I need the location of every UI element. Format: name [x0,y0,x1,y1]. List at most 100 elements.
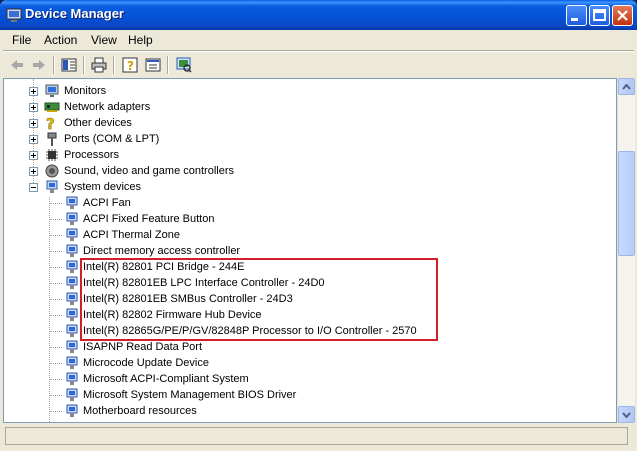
tree-connector [50,299,62,300]
tree-category-other-devices[interactable]: ? Other devices [4,115,304,131]
print-button[interactable] [89,55,109,75]
expand-toggle[interactable] [29,119,38,128]
system-device-label: ISAPNP Read Data Port [83,341,203,353]
toolbar-separator [53,56,55,74]
vertical-scrollbar[interactable] [617,78,635,423]
system-device-label: ACPI Thermal Zone [83,229,181,241]
tree-category-label: Other devices [64,117,132,129]
tree-category-monitors[interactable]: Monitors [4,83,304,99]
system-device-icon [66,356,78,369]
status-bar [3,425,634,448]
tree-connector [50,283,62,284]
tree-connector [50,235,62,236]
close-button[interactable] [612,5,633,26]
system-device-icon [66,388,78,401]
tree-connector [50,219,62,220]
title-bar[interactable]: Device Manager [0,0,637,30]
collapse-toggle[interactable] [29,183,38,192]
processor-icon [46,149,58,161]
show-hide-console-tree-icon [61,58,77,72]
tree-connector [50,315,62,316]
chevron-up-icon [622,83,631,90]
system-device-item[interactable]: ACPI Fixed Feature Button [4,211,424,227]
monitor-icon [45,84,59,97]
highlight-box [80,258,438,341]
system-device-item[interactable]: ACPI Thermal Zone [4,227,424,243]
tree-category-label: Network adapters [64,101,151,113]
system-device-icon [66,324,78,337]
expand-toggle[interactable] [29,103,38,112]
back-arrow-icon [11,60,23,70]
tree-category-system-devices[interactable]: System devices [4,179,304,195]
properties-button[interactable] [143,55,163,75]
device-manager-window: Device Manager File Action View Help ? M… [0,0,637,451]
system-device-icon [66,260,78,273]
scan-hardware-icon [176,57,192,73]
forward-button[interactable] [29,55,49,75]
expand-toggle[interactable] [29,87,38,96]
back-button[interactable] [7,55,27,75]
tree-connector [50,251,62,252]
print-icon [91,57,107,73]
system-device-label: Microsoft System Management BIOS Driver [83,389,297,401]
tree-category-label: System devices [64,181,142,193]
system-device-item[interactable]: ACPI Fan [4,195,424,211]
tree-category-ports[interactable]: Ports (COM & LPT) [4,131,304,147]
system-device-label: ACPI Fan [83,197,131,209]
system-device-icon [66,404,78,417]
toolbar-separator [113,56,115,74]
maximize-button[interactable] [589,5,610,26]
svg-text:?: ? [127,59,134,73]
minimize-button[interactable] [566,5,587,26]
system-device-icon [66,372,78,385]
system-device-item[interactable]: Microsoft System Management BIOS Driver [4,387,424,403]
window-title: Device Manager [25,6,124,21]
system-device-item[interactable]: ISAPNP Read Data Port [4,339,424,355]
device-tree[interactable]: Monitors Network adapters ? Other device… [3,78,617,423]
system-device-icon [66,212,78,225]
expand-toggle[interactable] [29,135,38,144]
menu-help[interactable]: Help [128,33,153,47]
system-device-item[interactable]: Motherboard resources [4,403,424,419]
menu-action[interactable]: Action [44,33,77,47]
tree-category-sound-video-game[interactable]: Sound, video and game controllers [4,163,304,179]
scan-hardware-button[interactable] [174,55,194,75]
show-hide-console-tree-button[interactable] [59,55,79,75]
help-button[interactable]: ? [120,55,140,75]
tree-category-label: Processors [64,149,120,161]
menu-file[interactable]: File [12,33,31,47]
scroll-up-button[interactable] [618,78,635,95]
tree-connector [50,411,62,412]
system-device-item[interactable]: Microsoft ACPI-Compliant System [4,371,424,387]
maximize-icon [593,9,606,21]
tree-connector [50,395,62,396]
tree-category-label: Monitors [64,85,107,97]
system-device-label: Direct memory access controller [83,245,241,257]
system-device-icon [66,292,78,305]
expand-toggle[interactable] [29,151,38,160]
sound-icon [45,164,59,178]
svg-text:?: ? [46,115,55,131]
tree-category-network-adapters[interactable]: Network adapters [4,99,304,115]
tree-connector [50,267,62,268]
chevron-down-icon [622,411,631,418]
scroll-thumb[interactable] [618,151,635,256]
status-pane [5,427,628,445]
tree-connector [50,347,62,348]
menu-view[interactable]: View [91,33,117,47]
system-device-icon [66,276,78,289]
network-adapter-icon [44,102,60,112]
toolbar-separator [167,56,169,74]
tree-connector [50,203,62,204]
system-device-label: Motherboard resources [83,405,197,417]
forward-arrow-icon [33,60,45,70]
expand-toggle[interactable] [29,167,38,176]
system-device-icon [66,196,78,209]
system-device-label: Microcode Update Device [83,357,209,369]
tree-category-processors[interactable]: Processors [4,147,304,163]
scroll-down-button[interactable] [618,406,635,423]
system-device-icon [66,228,78,241]
system-device-item[interactable]: Direct memory access controller [4,243,424,259]
system-device-item[interactable]: Microcode Update Device [4,355,424,371]
system-device-icon [66,308,78,321]
